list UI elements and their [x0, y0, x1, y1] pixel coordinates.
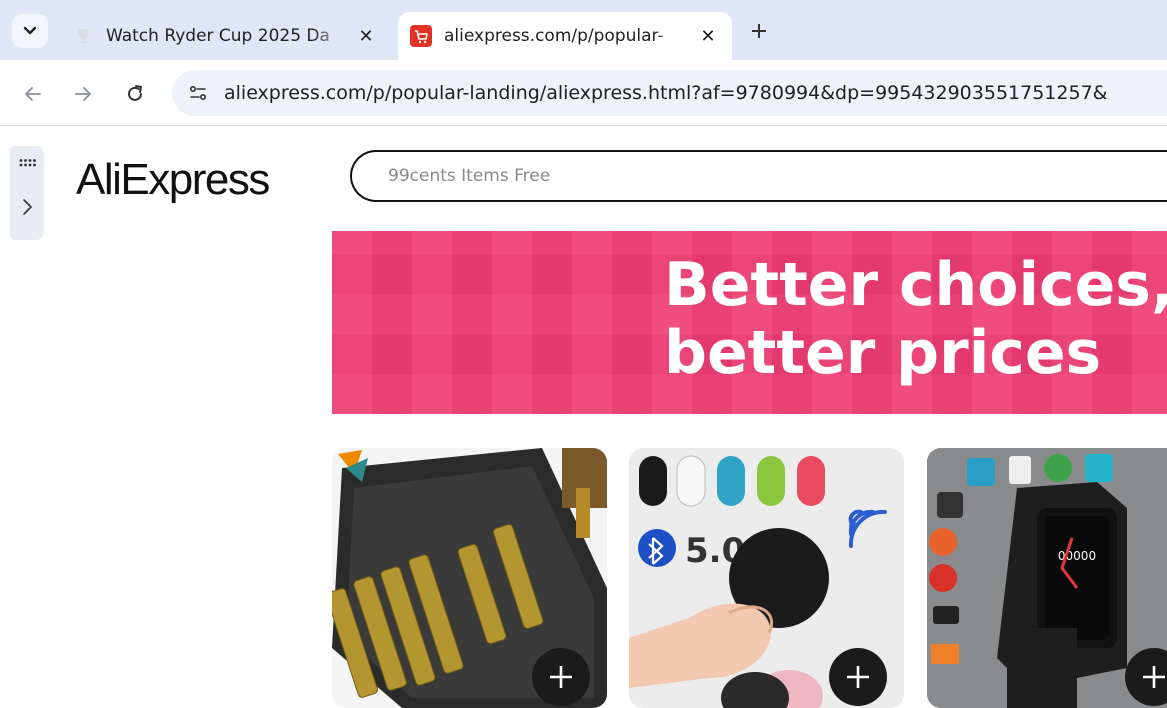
url-text[interactable]: aliexpress.com/p/popular-landing/aliexpr…	[224, 82, 1107, 104]
reload-button[interactable]	[118, 77, 152, 111]
logo-text: AliExpress	[76, 155, 270, 204]
promo-banner[interactable]: Better choices, better prices	[332, 231, 1167, 414]
tab-search-button[interactable]	[12, 14, 48, 48]
close-tab-icon[interactable]: ✕	[352, 22, 380, 50]
site-settings-icon[interactable]	[182, 77, 214, 109]
address-bar[interactable]: aliexpress.com/p/popular-landing/aliexpr…	[172, 70, 1167, 116]
aliexpress-cart-icon	[410, 25, 432, 47]
search-box[interactable]	[350, 150, 1167, 202]
trophy-icon	[72, 25, 94, 47]
tab-strip: Watch Ryder Cup 2025 Da ✕ aliexpress.com…	[0, 0, 1167, 60]
plus-icon	[550, 666, 572, 688]
banner-line-2: better prices	[664, 318, 1102, 388]
chevron-right-icon[interactable]	[14, 194, 40, 220]
product-card[interactable]: 00000	[927, 448, 1167, 708]
plus-icon	[1143, 666, 1165, 688]
browser-toolbar: aliexpress.com/p/popular-landing/aliexpr…	[0, 60, 1167, 126]
banner-headline: Better choices, better prices	[664, 251, 1167, 387]
product-card[interactable]	[332, 448, 607, 708]
aliexpress-logo[interactable]: AliExpress	[76, 152, 270, 208]
reload-icon	[128, 85, 142, 101]
add-to-cart-button[interactable]	[532, 648, 590, 706]
close-tab-icon[interactable]: ✕	[694, 22, 722, 50]
plus-icon	[752, 24, 766, 38]
chevron-down-icon	[23, 26, 37, 35]
back-button[interactable]	[16, 77, 50, 111]
new-tab-button[interactable]	[744, 16, 774, 46]
tab-title: Watch Ryder Cup 2025 Da	[106, 26, 330, 46]
tab-title: aliexpress.com/p/popular-	[444, 26, 664, 46]
plus-icon	[847, 666, 869, 688]
add-to-cart-button[interactable]	[829, 648, 887, 706]
tab-aliexpress[interactable]: aliexpress.com/p/popular- ✕	[398, 12, 732, 60]
tab-ryder-cup[interactable]: Watch Ryder Cup 2025 Da ✕	[60, 12, 390, 60]
banner-line-1: Better choices,	[664, 250, 1167, 320]
forward-button[interactable]	[66, 77, 100, 111]
arrow-left-icon	[25, 87, 41, 101]
apps-grid-icon[interactable]	[14, 152, 40, 174]
product-card[interactable]: 5.0	[629, 448, 904, 708]
search-input[interactable]	[386, 165, 1167, 187]
arrow-right-icon	[75, 87, 91, 101]
side-panel-tab[interactable]	[10, 146, 44, 240]
